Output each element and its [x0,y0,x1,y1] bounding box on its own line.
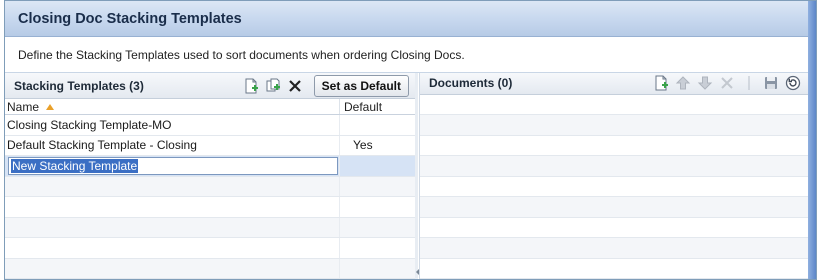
empty-row [5,258,415,279]
panes: Stacking Templates (3) Set as Default Na… [5,73,808,279]
empty-row [5,238,415,259]
documents-list [420,95,808,279]
set-as-default-button[interactable]: Set as Default [313,74,409,97]
add-document-icon[interactable] [652,74,670,92]
name-column-label: Name [7,99,40,114]
templates-column-headers: Name Default [5,99,415,115]
template-name: Default Stacking Template - Closing [7,138,197,153]
table-row[interactable]: Closing Stacking Template-MO [5,115,415,136]
copy-document-icon[interactable] [264,77,282,95]
window-edge [808,1,816,279]
empty-row [420,218,808,238]
stacking-templates-window: Closing Doc Stacking Templates Define th… [4,0,817,280]
stacking-templates-header: Stacking Templates (3) Set as Default [5,73,415,100]
documents-header: Documents (0) [420,73,808,95]
name-column-header[interactable]: Name [5,99,340,114]
empty-row [420,259,808,279]
template-name-input-value: New Stacking Template [11,158,139,173]
default-column-label: Default [344,99,383,114]
empty-row [420,177,808,197]
pane-splitter[interactable] [415,73,418,279]
template-name-input[interactable]: New Stacking Template [8,156,338,175]
empty-row [5,176,415,197]
stacking-templates-title: Stacking Templates (3) [14,78,144,93]
refresh-icon[interactable] [784,74,802,92]
template-name: Closing Stacking Template-MO [7,117,172,132]
move-up-arrow-icon[interactable] [674,74,692,92]
window-title-bar: Closing Doc Stacking Templates [5,1,816,37]
splitter-grip-icon[interactable] [416,269,419,275]
documents-pane: Documents (0) [419,73,808,279]
empty-row [420,95,808,115]
empty-row [5,197,415,218]
description-text: Define the Stacking Templates used to so… [18,47,465,62]
description-bar: Define the Stacking Templates used to so… [5,37,816,73]
sort-ascending-icon [46,103,55,110]
editing-row[interactable]: New Stacking Template [5,156,415,177]
window-title: Closing Doc Stacking Templates [18,10,242,27]
save-disk-icon[interactable] [762,74,780,92]
empty-row [420,115,808,136]
table-row[interactable]: Default Stacking Template - Closing Yes [5,135,415,156]
template-default: Yes [353,138,373,153]
empty-row [420,136,808,156]
empty-row [420,238,808,259]
empty-row [420,156,808,177]
default-column-header[interactable]: Default [340,99,415,114]
stacking-templates-pane: Stacking Templates (3) Set as Default Na… [5,73,416,279]
templates-list: Closing Stacking Template-MO Default Sta… [5,115,415,279]
add-document-icon[interactable] [242,77,260,95]
documents-title: Documents (0) [429,76,513,91]
documents-toolbar [652,74,802,92]
empty-row [5,217,415,238]
toolbar-separator [740,74,758,92]
move-down-arrow-icon[interactable] [696,74,714,92]
empty-row [420,197,808,218]
delete-x-icon[interactable] [718,74,736,92]
stacking-templates-toolbar: Set as Default [242,74,409,97]
delete-x-icon[interactable] [286,77,304,95]
